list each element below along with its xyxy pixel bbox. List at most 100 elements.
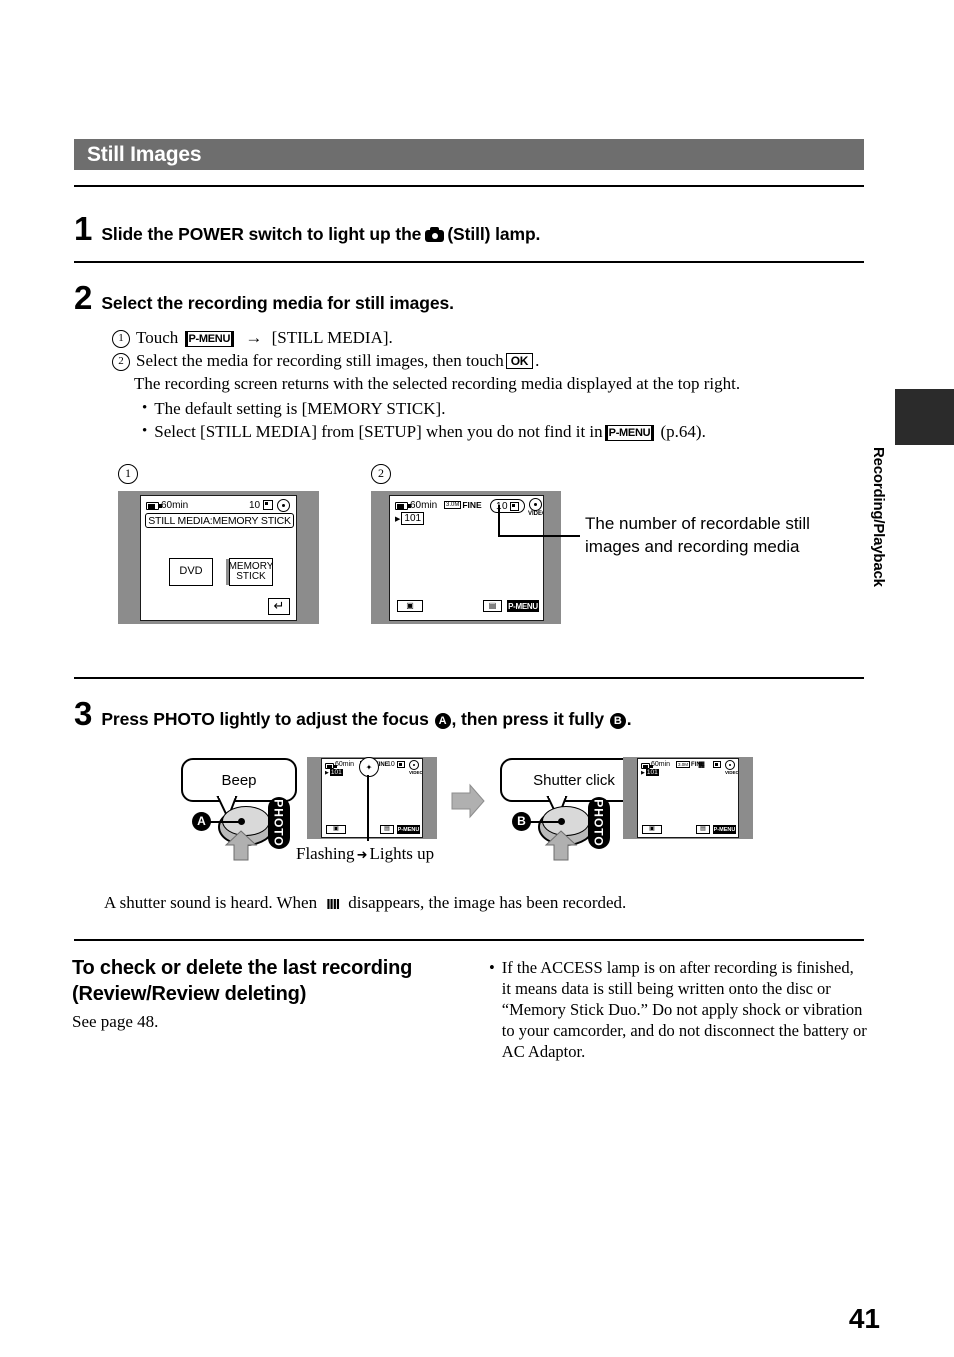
bottom-note-text: If the ACCESS lamp is on after recording… bbox=[501, 958, 867, 1061]
balloon-shutter-click-text: Shutter click bbox=[533, 771, 615, 789]
bottom-note-bullet: • bbox=[489, 958, 495, 977]
view-images-icon-fig2: ▣ bbox=[406, 600, 414, 610]
option-dvd-label: DVD bbox=[179, 565, 203, 578]
ok-button-inline[interactable]: OK bbox=[505, 353, 534, 369]
badge-a-figure: A bbox=[192, 812, 211, 831]
bullet-dot-1: • bbox=[142, 400, 148, 416]
photo-label-b: PHOTO bbox=[588, 797, 610, 849]
badge-b-figure: B bbox=[512, 812, 531, 831]
step-3-text-after: . bbox=[626, 709, 632, 729]
badge-a-inline: A bbox=[434, 713, 451, 729]
folder-arrow-icon-screen-a: ▶ bbox=[325, 770, 329, 776]
bottom-body: See page 48. bbox=[72, 1012, 159, 1031]
view-images-icon-screen-a: ▣ bbox=[333, 826, 339, 833]
badge-b-inline: B bbox=[609, 713, 626, 729]
section-title: Still Images bbox=[87, 142, 202, 166]
step-1-number: 1 bbox=[74, 210, 93, 247]
substep-1-text: Touch P-MENU → [STILL MEDIA]. bbox=[136, 328, 393, 347]
p-menu-button-fig2[interactable]: P-MENU bbox=[507, 600, 539, 612]
bottom-heading: To check or delete the last recording (R… bbox=[72, 955, 472, 1007]
return-arrow-icon[interactable]: ↵ bbox=[268, 598, 290, 615]
widescreen-button-screen-a[interactable]: ▤ bbox=[380, 825, 394, 834]
p-menu-label-fig2: P-MENU bbox=[508, 601, 538, 611]
still-camera-icon bbox=[425, 227, 445, 242]
widescreen-icon-screen-b: ▤ bbox=[700, 826, 706, 833]
recordable-count-fig1: 10 bbox=[249, 500, 261, 511]
press-arrow-a-icon bbox=[224, 830, 258, 861]
folder-number-screen-a: 101 bbox=[329, 769, 343, 776]
substep-2-marker: 2 bbox=[112, 353, 130, 371]
step-1-text-before: Slide the POWER switch to light up the bbox=[101, 224, 422, 244]
caption-arrow-icon: ➜ bbox=[356, 848, 368, 863]
media-label-screen-b: VIDEO bbox=[725, 770, 739, 775]
focus-indicator-circle: ✦ bbox=[359, 757, 379, 777]
divider-above-step3 bbox=[74, 677, 864, 679]
disc-icon-fig1 bbox=[277, 499, 290, 512]
substep-2: 2 Select the media for recording still i… bbox=[112, 349, 872, 372]
step-3-text: Press PHOTO lightly to adjust the focus … bbox=[101, 709, 632, 730]
step-1-text: Slide the POWER switch to light up the (S… bbox=[101, 224, 540, 245]
figure-1-title-text: STILL MEDIA:MEMORY STICK bbox=[148, 514, 291, 527]
figure-1-screen: 60min 10 STILL MEDIA:MEMORY STICK DVD ME… bbox=[140, 495, 297, 621]
page-number: 41 bbox=[848, 1303, 880, 1334]
step-2-text: Select the recording media for still ima… bbox=[101, 293, 454, 313]
disc-icon-screen-b bbox=[725, 760, 735, 770]
p-menu-button-screen-a[interactable]: P-MENU bbox=[397, 825, 420, 834]
recordable-count-screen-a: 10 bbox=[387, 761, 395, 768]
p-menu-button-inline-2[interactable]: P-MENU bbox=[604, 425, 655, 441]
quality-mode-fig2: FINE bbox=[462, 500, 482, 510]
memory-stick-icon-fig2 bbox=[510, 501, 520, 511]
battery-icon-fig1 bbox=[146, 502, 162, 510]
caption-flashing: Flashing ➜ Lights up bbox=[296, 844, 435, 863]
recording-bars-glyph: IIII bbox=[326, 896, 340, 913]
substep-1: 1 Touch P-MENU → [STILL MEDIA]. bbox=[112, 326, 872, 349]
memory-stick-icon-screen-b bbox=[713, 761, 721, 768]
side-tab-marker bbox=[895, 389, 954, 445]
figure-callout-text: The number of recordable still images an… bbox=[585, 514, 810, 556]
figure-1-label: 1 bbox=[118, 464, 138, 484]
figure-1-title-bar: STILL MEDIA:MEMORY STICK bbox=[145, 513, 294, 528]
option-dvd-button[interactable]: DVD bbox=[169, 558, 213, 586]
folder-indicator-screen-b: ▶ 101 bbox=[641, 769, 659, 776]
bottom-note: • If the ACCESS lamp is on after recordi… bbox=[489, 957, 867, 1062]
option-memory-stick-button[interactable]: MEMORY STICK bbox=[226, 558, 273, 586]
widescreen-button-screen-b[interactable]: ▤ bbox=[696, 825, 710, 834]
recordable-count-box-fig2: 10 bbox=[490, 499, 525, 513]
widescreen-button-fig2[interactable]: ▤ bbox=[483, 600, 502, 612]
bottom-heading-line2: (Review/Review deleting) bbox=[72, 983, 307, 1005]
p-menu-button-inline-1[interactable]: P-MENU bbox=[184, 331, 235, 347]
figure-2-screen: 60min 3.0M FINE ▶ 101 10 VIDEO ▣ ▤ bbox=[389, 495, 544, 621]
memory-stick-icon-fig1 bbox=[263, 500, 273, 510]
battery-time-screen-a: 60min bbox=[335, 761, 355, 768]
bullet-2: • Select [STILL MEDIA] from [SETUP] when… bbox=[142, 420, 872, 443]
step-1: 1 Slide the POWER switch to light up the… bbox=[74, 212, 540, 245]
divider-above-step1 bbox=[74, 185, 864, 187]
step-3-text-before: Press PHOTO lightly to adjust the focus bbox=[101, 709, 429, 729]
step-2-details: 1 Touch P-MENU → [STILL MEDIA]. 2 Select… bbox=[112, 326, 872, 443]
section-header-bar: Still Images bbox=[74, 139, 864, 170]
folder-arrow-icon-fig2: ▶ bbox=[395, 514, 401, 523]
recording-bars-screen-b: IIII bbox=[698, 760, 705, 770]
option-memory-stick-line2: STICK bbox=[236, 571, 266, 582]
battery-time-fig2: 60min bbox=[410, 500, 438, 511]
step-1-text-after: (Still) lamp. bbox=[447, 224, 541, 244]
folder-number-fig2: 101 bbox=[401, 512, 425, 525]
step-2-number: 2 bbox=[74, 279, 93, 316]
disc-icon-screen-a bbox=[409, 760, 419, 770]
view-images-button-screen-a[interactable]: ▣ bbox=[326, 825, 346, 834]
view-images-button-fig2[interactable]: ▣ bbox=[397, 600, 423, 612]
step-3-number: 3 bbox=[74, 695, 93, 732]
photo-label-a: PHOTO bbox=[268, 797, 290, 849]
memory-stick-icon-screen-a bbox=[397, 761, 405, 768]
quality-indicator-fig2: 3.0M FINE bbox=[444, 500, 482, 510]
bullet-1-text: The default setting is [MEMORY STICK]. bbox=[154, 399, 446, 418]
widescreen-icon-screen-a: ▤ bbox=[384, 826, 390, 833]
p-menu-button-screen-b[interactable]: P-MENU bbox=[713, 825, 736, 834]
bottom-heading-line1: To check or delete the last recording bbox=[72, 957, 413, 979]
view-images-button-screen-b[interactable]: ▣ bbox=[642, 825, 662, 834]
p-menu-label-screen-b: P-MENU bbox=[713, 826, 736, 833]
folder-indicator-screen-a: ▶ 101 bbox=[325, 769, 343, 776]
image-size-badge-screen-b: 3.0M bbox=[676, 761, 691, 768]
battery-time-fig1: 60min bbox=[161, 500, 189, 511]
manual-page: Still Images 1 Slide the POWER switch to… bbox=[0, 0, 954, 1357]
